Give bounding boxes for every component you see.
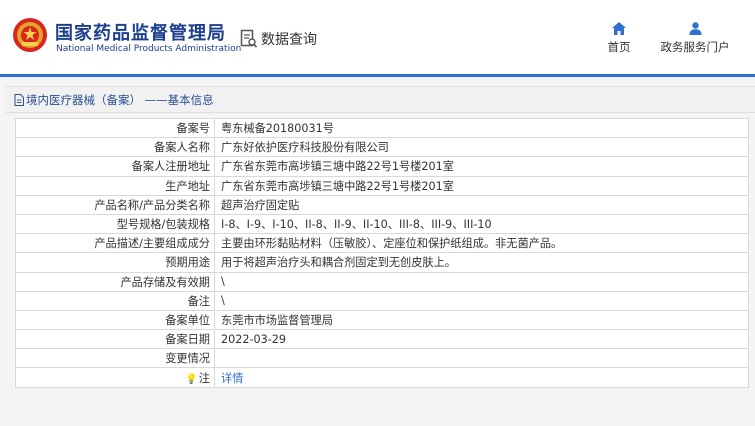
note-label-cell: 💡注: [15, 367, 215, 388]
detail-row: 预期用途 用于将超声治疗头和耦合剂固定到无创皮肤上。: [15, 252, 749, 273]
detail-label: 备案人名称: [15, 137, 215, 158]
detail-value: 广东好依护医疗科技股份有限公司: [214, 137, 749, 158]
detail-row: 产品名称/产品分类名称 超声治疗固定贴: [15, 194, 749, 215]
note-row: 💡注 详情: [15, 367, 749, 388]
detail-value: \: [214, 290, 749, 311]
detail-row: 变更情况: [15, 348, 749, 369]
detail-value: I-8、I-9、I-10、II-8、II-9、II-10、III-8、III-9…: [214, 213, 749, 235]
detail-value: 用于将超声治疗头和耦合剂固定到无创皮肤上。: [214, 252, 749, 273]
detail-row: 备案人注册地址 广东省东莞市高埗镇三塘中路22号1号楼201室: [15, 156, 749, 177]
breadcrumb-text: 境内医疗器械（备案） ——基本信息: [26, 92, 214, 107]
detail-row: 备案号 粤东械备20180031号: [15, 117, 749, 139]
national-emblem-icon: [13, 18, 47, 52]
detail-label: 备案人注册地址: [15, 156, 215, 177]
user-icon: [689, 22, 701, 35]
detail-row: 备案日期 2022-03-29: [15, 329, 749, 350]
detail-value: 2022-03-29: [214, 329, 749, 350]
detail-value: 东莞市市场监督管理局: [214, 309, 749, 331]
breadcrumb: 境内医疗器械（备案） ——基本信息: [6, 86, 755, 113]
nav-home-label: 首页: [607, 40, 631, 54]
detail-row: 型号规格/包装规格 I-8、I-9、I-10、II-8、II-9、II-10、II…: [15, 213, 749, 235]
detail-row: 生产地址 广东省东莞市高埗镇三塘中路22号1号楼201室: [15, 175, 749, 196]
detail-label: 备案单位: [15, 309, 215, 331]
detail-row: 备案单位 东莞市市场监督管理局: [15, 309, 749, 331]
site-header: 国家药品监督管理局 National Medical Products Admi…: [0, 0, 755, 74]
detail-value: 主要由环形黏贴材料（压敏胶）、定座位和保护纸组成。非无菌产品。: [214, 233, 749, 254]
detail-row: 产品描述/主要组成成分 主要由环形黏贴材料（压敏胶）、定座位和保护纸组成。非无菌产…: [15, 233, 749, 254]
site-title[interactable]: 国家药品监督管理局: [55, 19, 226, 45]
detail-label: 产品名称/产品分类名称: [15, 194, 215, 215]
detail-value: 广东省东莞市高埗镇三塘中路22号1号楼201室: [214, 156, 749, 177]
detail-row: 备案人名称 广东好依护医疗科技股份有限公司: [15, 137, 749, 158]
note-value-cell: 详情: [214, 367, 749, 388]
detail-value: \: [214, 271, 749, 292]
detail-label: 备注: [15, 290, 215, 311]
document-search-icon: [240, 29, 258, 48]
detail-value: 超声治疗固定贴: [214, 194, 749, 215]
detail-value: [214, 348, 749, 369]
detail-row: 产品存储及有效期 \: [15, 271, 749, 292]
content-area: 境内医疗器械（备案） ——基本信息 备案号 粤东械备20180031号 备案人名称广…: [0, 77, 755, 426]
detail-label: 产品描述/主要组成成分: [15, 233, 215, 254]
document-icon: [14, 93, 24, 106]
detail-label: 产品存储及有效期: [15, 271, 215, 292]
nav-gov-portal-label: 政务服务门户: [660, 40, 730, 54]
detail-label: 备案号: [15, 117, 215, 139]
detail-label: 型号规格/包装规格: [15, 213, 215, 235]
detail-table: 备案号 粤东械备20180031号 备案人名称 广东好依护医疗科技股份有限公司 备案人注…: [15, 117, 749, 388]
note-pin-icon: 💡: [185, 373, 198, 385]
detail-label: 预期用途: [15, 252, 215, 273]
nav-home[interactable]: 首页: [598, 22, 640, 55]
detail-label: 变更情况: [15, 348, 215, 369]
details-link[interactable]: 详情: [221, 372, 243, 385]
data-query-label: 数据查询: [261, 32, 317, 48]
note-label: 注: [198, 371, 210, 385]
site-subtitle: National Medical Products Administration: [56, 44, 242, 54]
detail-label: 备案日期: [15, 329, 215, 350]
detail-value: 粤东械备20180031号: [214, 117, 749, 139]
home-icon: [612, 22, 626, 35]
detail-label: 生产地址: [15, 175, 215, 196]
detail-row: 备注 \: [15, 290, 749, 311]
data-query-link[interactable]: 数据查询: [240, 27, 317, 51]
detail-value: 广东省东莞市高埗镇三塘中路22号1号楼201室: [214, 175, 749, 196]
nav-gov-portal[interactable]: 政务服务门户: [652, 22, 738, 55]
